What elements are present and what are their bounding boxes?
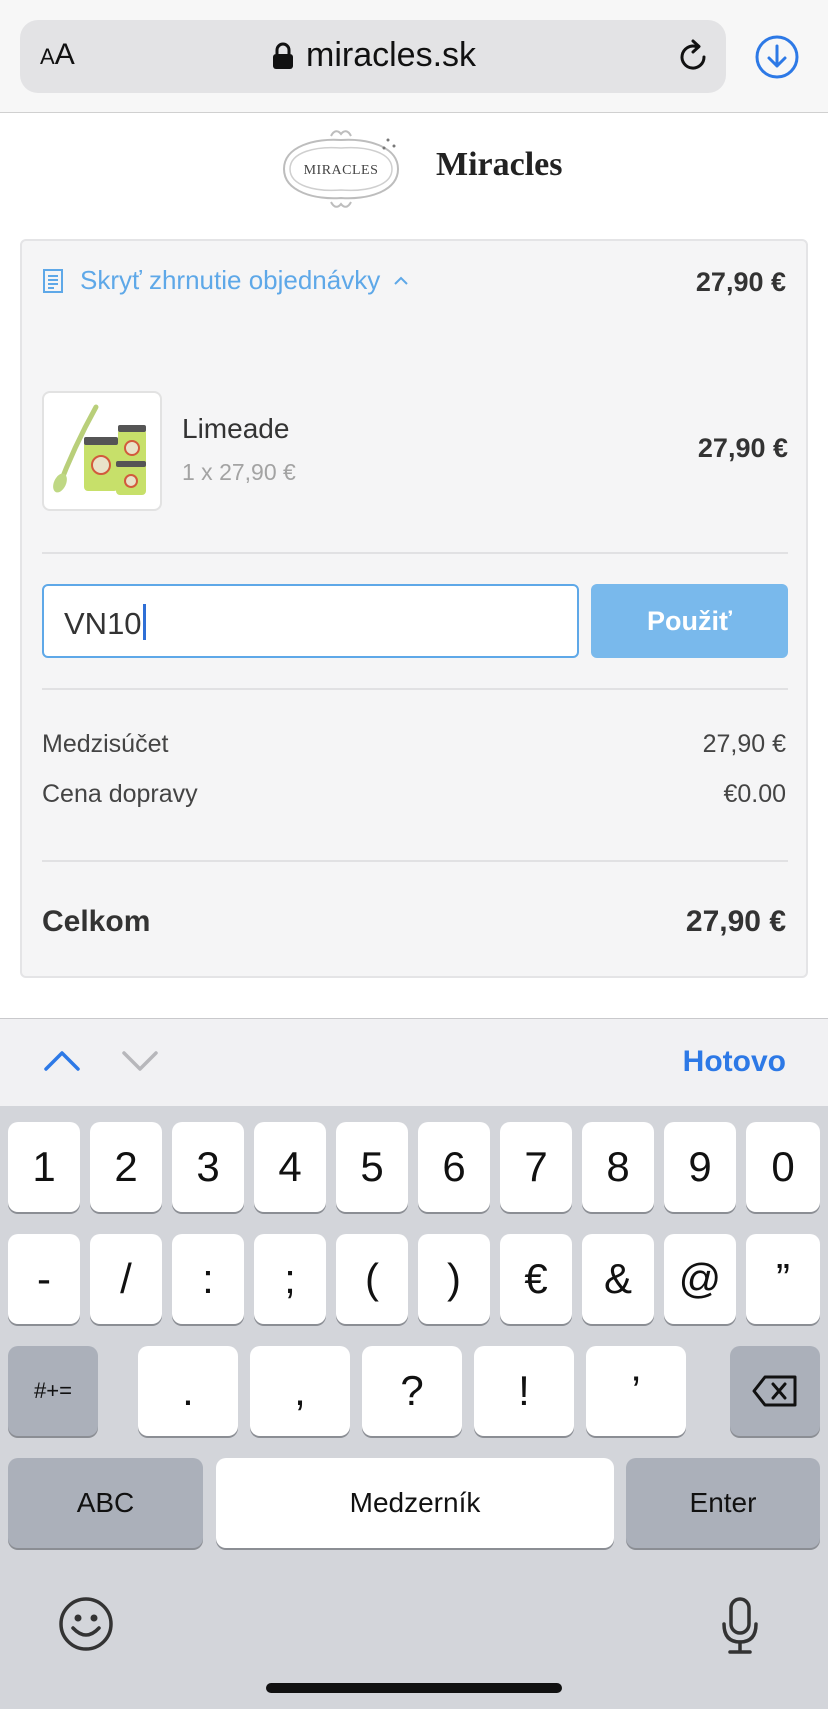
receipt-icon bbox=[43, 268, 63, 293]
space-key[interactable]: Medzerník bbox=[216, 1458, 614, 1548]
summary-toggle-total: 27,90 € bbox=[695, 267, 786, 297]
key-4[interactable]: 4 bbox=[254, 1122, 326, 1212]
home-indicator bbox=[266, 1683, 562, 1693]
key-5[interactable]: 5 bbox=[336, 1122, 408, 1212]
store-logo[interactable]: MIRACLES bbox=[276, 128, 406, 210]
product-image bbox=[53, 404, 146, 495]
emoji-icon[interactable] bbox=[58, 1596, 114, 1652]
download-icon[interactable] bbox=[754, 34, 800, 80]
key-3[interactable]: 3 bbox=[172, 1122, 244, 1212]
key-0[interactable]: 0 bbox=[746, 1122, 820, 1212]
key-close-paren[interactable]: ) bbox=[418, 1234, 490, 1324]
keyboard-accessory-bar: Hotovo bbox=[0, 1018, 828, 1106]
key-2[interactable]: 2 bbox=[90, 1122, 162, 1212]
store-name[interactable]: Miracles bbox=[436, 146, 563, 184]
key-open-paren[interactable]: ( bbox=[336, 1234, 408, 1324]
divider bbox=[42, 552, 788, 554]
key-slash[interactable]: / bbox=[90, 1234, 162, 1324]
shipping-value: €0.00 bbox=[723, 780, 786, 808]
key-semicolon[interactable]: ; bbox=[254, 1234, 326, 1324]
key-ampersand[interactable]: & bbox=[582, 1234, 654, 1324]
text-cursor bbox=[142, 604, 146, 640]
text-size-button[interactable]: AA bbox=[40, 38, 75, 72]
shipping-label: Cena dopravy bbox=[42, 780, 198, 808]
abc-key[interactable]: ABC bbox=[8, 1458, 203, 1548]
key-colon[interactable]: : bbox=[172, 1234, 244, 1324]
product-name: Limeade bbox=[182, 413, 290, 444]
key-7[interactable]: 7 bbox=[500, 1122, 572, 1212]
product-price: 27,90 € bbox=[697, 433, 788, 463]
cart-line-item: Limeade 1 x 27,90 € 27,90 € bbox=[42, 391, 788, 511]
chevron-up-icon bbox=[394, 276, 408, 285]
key-euro[interactable]: € bbox=[500, 1234, 572, 1324]
divider bbox=[42, 860, 788, 862]
key-at[interactable]: @ bbox=[664, 1234, 736, 1324]
product-thumbnail bbox=[42, 391, 162, 511]
key-apostrophe[interactable]: ’ bbox=[586, 1346, 686, 1436]
key-period[interactable]: . bbox=[138, 1346, 238, 1436]
on-screen-keyboard: 1 2 3 4 5 6 7 8 9 0 - / : ; ( ) € & @ ” … bbox=[0, 1106, 828, 1709]
key-question[interactable]: ? bbox=[362, 1346, 462, 1436]
key-exclamation[interactable]: ! bbox=[474, 1346, 574, 1436]
svg-text:MIRACLES: MIRACLES bbox=[304, 163, 379, 178]
url-field[interactable]: AA miracles.sk bbox=[20, 20, 726, 93]
total-label: Celkom bbox=[42, 905, 151, 938]
key-comma[interactable]: , bbox=[250, 1346, 350, 1436]
discount-code-value: VN10 bbox=[64, 606, 142, 641]
store-header: MIRACLES Miracles bbox=[0, 114, 828, 224]
chevron-down-icon[interactable] bbox=[120, 1049, 160, 1073]
order-summary-panel: Skryť zhrnutie objednávky 27,90 € Limead… bbox=[20, 239, 808, 978]
apply-discount-button[interactable]: Použiť bbox=[591, 584, 788, 658]
order-summary-toggle[interactable]: Skryť zhrnutie objednávky bbox=[42, 265, 410, 296]
order-summary-toggle-label: Skryť zhrnutie objednávky bbox=[80, 265, 381, 295]
key-quote[interactable]: ” bbox=[746, 1234, 820, 1324]
key-9[interactable]: 9 bbox=[664, 1122, 736, 1212]
key-6[interactable]: 6 bbox=[418, 1122, 490, 1212]
backspace-icon bbox=[752, 1375, 797, 1407]
product-quantity: 1 x 27,90 € bbox=[182, 459, 296, 485]
chevron-up-icon[interactable] bbox=[42, 1049, 82, 1073]
subtotal-label: Medzisúčet bbox=[42, 730, 169, 758]
url-text: miracles.sk bbox=[306, 36, 477, 74]
key-1[interactable]: 1 bbox=[8, 1122, 80, 1212]
backspace-key[interactable] bbox=[730, 1346, 820, 1436]
key-8[interactable]: 8 bbox=[582, 1122, 654, 1212]
microphone-icon[interactable] bbox=[718, 1596, 762, 1656]
lock-icon bbox=[273, 42, 293, 69]
subtotal-value: 27,90 € bbox=[702, 730, 786, 758]
divider bbox=[42, 688, 788, 690]
total-value: 27,90 € bbox=[685, 905, 786, 938]
key-hyphen[interactable]: - bbox=[8, 1234, 80, 1324]
browser-address-bar: AA miracles.sk bbox=[0, 0, 828, 113]
discount-code-input[interactable]: VN10 bbox=[42, 584, 579, 658]
done-button[interactable]: Hotovo bbox=[683, 1045, 786, 1079]
enter-key[interactable]: Enter bbox=[626, 1458, 820, 1548]
symbols-key[interactable]: #+= bbox=[8, 1346, 98, 1436]
reload-icon[interactable] bbox=[674, 38, 712, 76]
